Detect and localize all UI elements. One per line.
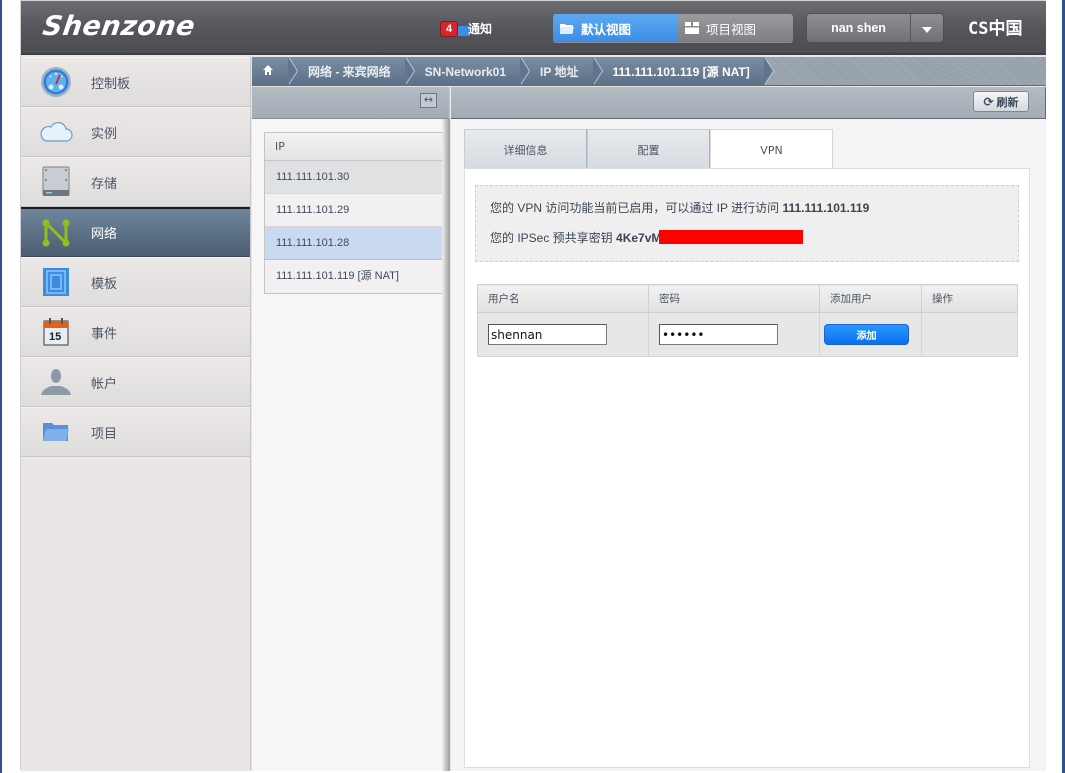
- storage-icon: [39, 166, 73, 197]
- chevron-down-icon: [922, 27, 932, 33]
- column-header-add-user: 添加用户: [819, 284, 922, 313]
- notifications-button[interactable]: 4 通知: [440, 20, 492, 37]
- table-row: 添加: [477, 312, 1018, 357]
- project-view-button[interactable]: 项目视图: [678, 14, 793, 42]
- password-input[interactable]: [659, 324, 778, 345]
- sidebar-item-projects[interactable]: 项目: [21, 407, 250, 457]
- project-view-label: 项目视图: [706, 21, 757, 37]
- top-header: Shenzone 4 通知 默认视图 项目视图 nan shen CS中国: [21, 1, 1046, 55]
- folder-icon: [559, 21, 575, 35]
- network-icon: [39, 218, 73, 248]
- list-item[interactable]: 111.111.101.28: [265, 227, 450, 260]
- window-border-left: [0, 0, 2, 773]
- tab-configuration[interactable]: 配置: [587, 129, 710, 169]
- template-icon: [39, 267, 73, 297]
- default-view-label: 默认视图: [581, 21, 632, 37]
- user-icon: [39, 367, 73, 397]
- vpn-status-prefix: 您的 VPN 访问功能当前已启用，可以通过 IP 进行访问: [490, 201, 783, 215]
- breadcrumb: 网络 - 来宾网络 SN-Network01 IP 地址 111.111.101…: [252, 57, 1046, 86]
- cloud-icon: [39, 117, 73, 147]
- column-header-actions: 操作: [921, 284, 1018, 313]
- vpn-ip-address: 111.111.101.119: [782, 201, 870, 215]
- ipsec-key-value: 4Ke7vM: [616, 231, 662, 245]
- sidebar-item-dashboard[interactable]: 控制板: [21, 57, 250, 107]
- notification-count-badge: 4: [440, 20, 458, 37]
- actions-cell: [921, 312, 1018, 357]
- sidebar-item-accounts[interactable]: 帐户: [21, 357, 250, 407]
- vpn-tab-content: 您的 VPN 访问功能当前已启用，可以通过 IP 进行访问 111.111.10…: [464, 168, 1030, 768]
- breadcrumb-network-name[interactable]: SN-Network01: [404, 57, 531, 86]
- list-item[interactable]: 111.111.101.30: [265, 161, 450, 194]
- expand-icon[interactable]: ↔: [420, 93, 437, 108]
- refresh-label: 刷新: [996, 95, 1019, 109]
- app-container: Shenzone 4 通知 默认视图 项目视图 nan shen CS中国 控制…: [20, 0, 1046, 771]
- sidebar-item-label: 网络: [91, 227, 118, 242]
- vpn-status-text: 您的 VPN 访问功能当前已启用，可以通过 IP 进行访问 111.111.10…: [490, 199, 869, 216]
- list-item[interactable]: 111.111.101.119 [源 NAT]: [265, 260, 450, 293]
- tab-details[interactable]: 详细信息: [464, 129, 587, 169]
- list-toolbar: ↔: [252, 87, 449, 119]
- refresh-icon: ⟳: [983, 94, 994, 109]
- home-icon: [262, 64, 274, 79]
- sidebar: 控制板 实例 存储 网络 模板 15 事件 帐户 项目: [21, 57, 251, 771]
- view-switcher: 默认视图 项目视图: [553, 14, 793, 42]
- user-menu[interactable]: nan shen: [806, 13, 944, 43]
- project-icon: [684, 21, 700, 35]
- sidebar-item-label: 事件: [91, 326, 118, 342]
- ip-list: IP 111.111.101.30 111.111.101.29 111.111…: [264, 132, 450, 294]
- calendar-icon: 15: [39, 317, 73, 347]
- refresh-button[interactable]: ⟳ 刷新: [973, 91, 1029, 112]
- logo[interactable]: Shenzone: [41, 11, 197, 42]
- ipsec-key-text: 您的 IPSec 预共享密钥 4Ke7vM: [490, 229, 804, 246]
- user-name[interactable]: nan shen: [807, 14, 911, 42]
- folder-icon: [39, 417, 73, 447]
- list-item[interactable]: 111.111.101.29: [265, 194, 450, 227]
- redaction-bar: [659, 230, 804, 244]
- ip-list-panel: ↔ IP 111.111.101.30 111.111.101.29 111.1…: [252, 87, 450, 771]
- default-view-button[interactable]: 默认视图: [553, 14, 678, 42]
- panel-divider-shadow: [442, 119, 450, 771]
- sidebar-item-label: 帐户: [91, 376, 118, 392]
- tab-vpn[interactable]: VPN: [710, 129, 833, 170]
- notifications-label: 通知: [468, 22, 493, 36]
- breadcrumb-guest-network[interactable]: 网络 - 来宾网络: [288, 57, 415, 86]
- breadcrumb-ip-addresses[interactable]: IP 地址: [520, 57, 604, 86]
- detail-panel: ⟳ 刷新 详细信息 配置 VPN 您的 VPN 访问功能当前已启用，可以通过 I…: [451, 87, 1046, 771]
- vpn-users-table: 用户名 密码 添加用户 操作 添加: [477, 284, 1018, 357]
- ip-column-header[interactable]: IP: [265, 133, 450, 161]
- sidebar-item-label: 模板: [91, 276, 118, 292]
- calendar-day: 15: [49, 331, 62, 343]
- detail-toolbar: ⟳ 刷新: [451, 87, 1046, 119]
- sidebar-item-events[interactable]: 15 事件: [21, 307, 250, 357]
- brand-label: CS中国: [968, 19, 1023, 39]
- ipsec-key-prefix: 您的 IPSec 预共享密钥: [490, 231, 617, 245]
- vpn-info-box: 您的 VPN 访问功能当前已启用，可以通过 IP 进行访问 111.111.10…: [475, 185, 1019, 262]
- sidebar-item-network[interactable]: 网络: [21, 207, 250, 257]
- column-header-password: 密码: [648, 284, 820, 313]
- username-input[interactable]: [488, 324, 607, 345]
- add-user-button[interactable]: 添加: [824, 324, 909, 345]
- dashboard-icon: [39, 67, 73, 97]
- breadcrumb-current-ip[interactable]: 111.111.101.119 [源 NAT]: [592, 57, 774, 86]
- sidebar-item-label: 项目: [91, 426, 118, 442]
- sidebar-item-label: 控制板: [91, 76, 131, 92]
- sidebar-item-instances[interactable]: 实例: [21, 107, 250, 157]
- sidebar-item-storage[interactable]: 存储: [21, 157, 250, 207]
- detail-tabs: 详细信息 配置 VPN: [464, 129, 833, 170]
- column-header-username: 用户名: [477, 284, 649, 313]
- breadcrumb-home[interactable]: [252, 57, 298, 86]
- sidebar-item-templates[interactable]: 模板: [21, 257, 250, 307]
- sidebar-item-label: 存储: [91, 176, 118, 192]
- user-dropdown-toggle[interactable]: [911, 14, 943, 42]
- sidebar-item-label: 实例: [91, 126, 118, 142]
